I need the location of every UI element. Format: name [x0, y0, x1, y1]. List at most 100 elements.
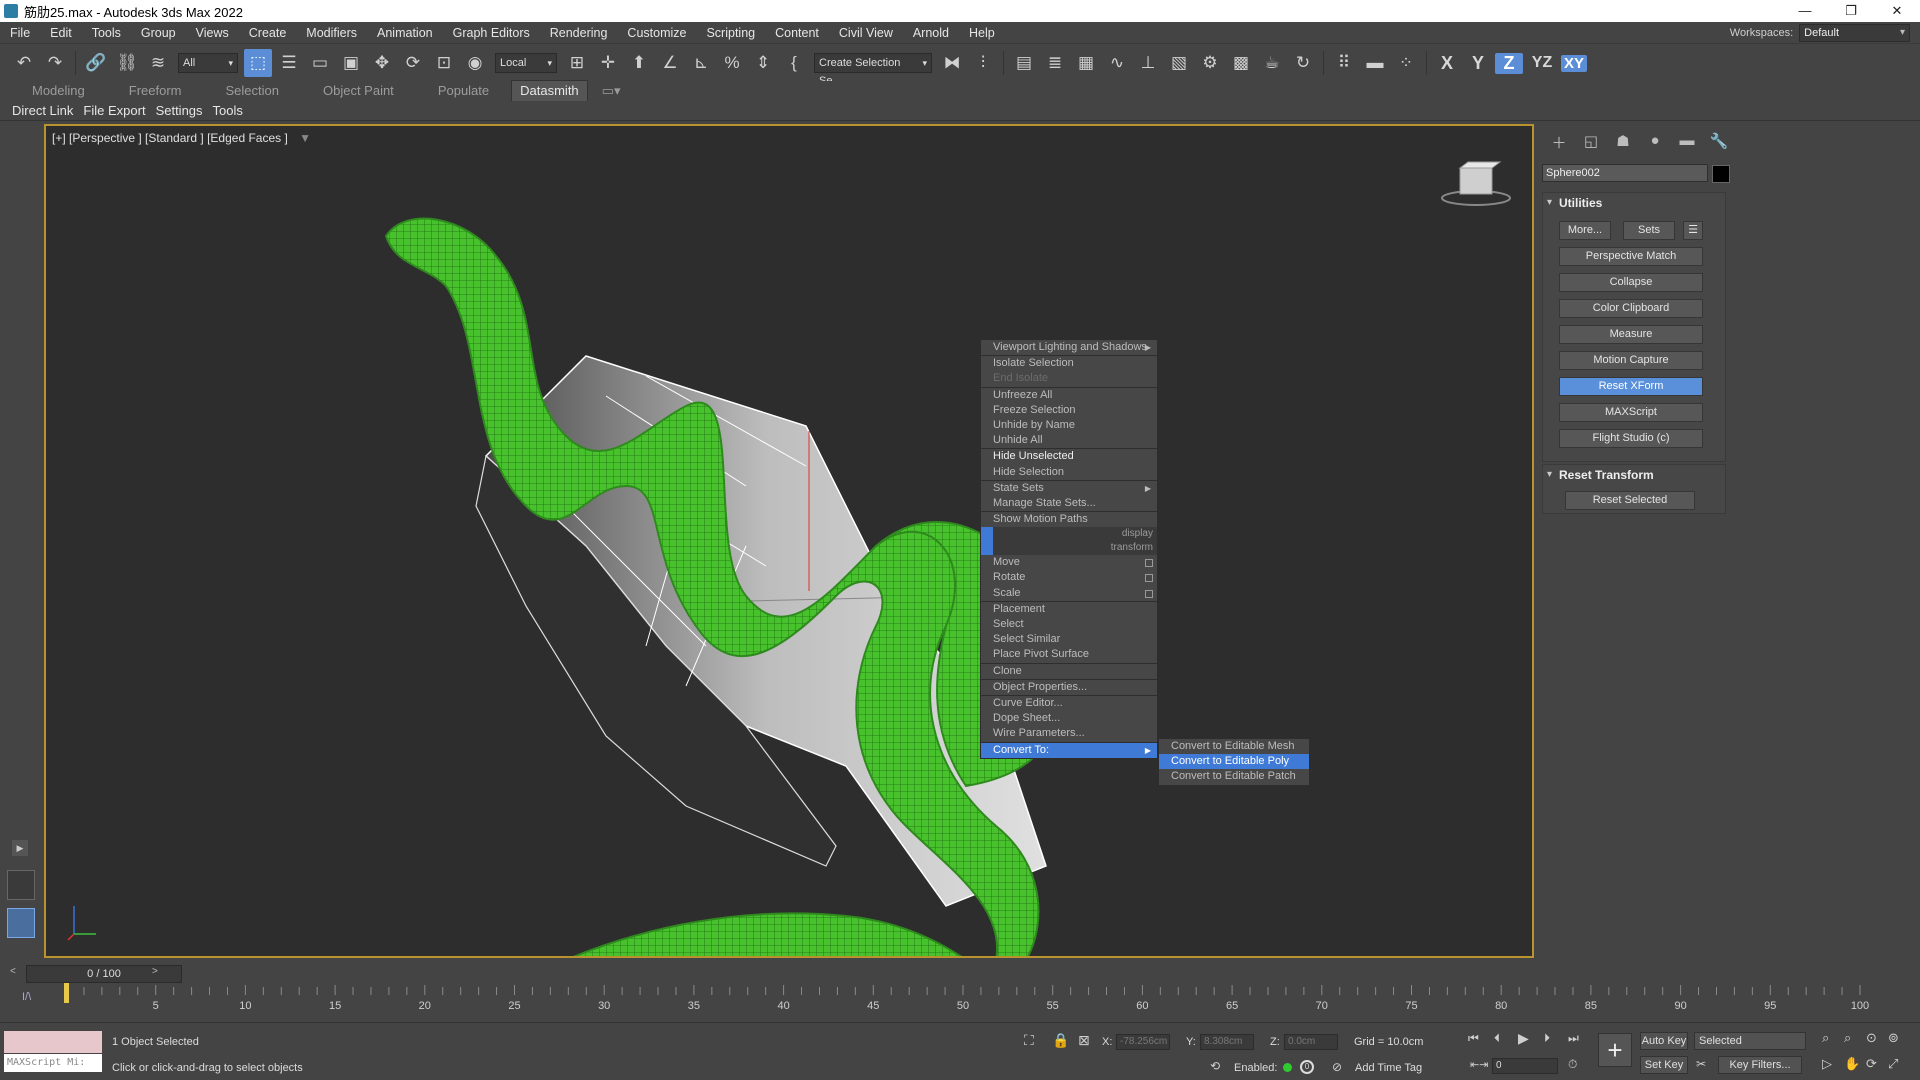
- move-icon[interactable]: ✥: [368, 49, 396, 77]
- previous-key-icon[interactable]: ⏴: [1494, 1031, 1500, 1046]
- tab-modeling[interactable]: Modeling: [10, 81, 107, 101]
- unlink-icon[interactable]: ⛓: [113, 49, 141, 77]
- schematic-view-icon[interactable]: ⊥: [1134, 49, 1162, 77]
- menu-content[interactable]: Content: [765, 22, 829, 44]
- select-manipulate-icon[interactable]: ✛: [594, 49, 622, 77]
- render-icon[interactable]: ☕: [1258, 49, 1286, 77]
- axis-yz-button[interactable]: YZ: [1526, 54, 1558, 72]
- reset-transform-title[interactable]: Reset Transform: [1543, 465, 1725, 485]
- menu-item-isolate-selection[interactable]: Isolate Selection: [981, 356, 1157, 371]
- menu-item-curve-editor[interactable]: Curve Editor...: [981, 696, 1157, 711]
- play-icon[interactable]: ▶: [1518, 1030, 1529, 1047]
- reset-xform-button[interactable]: Reset XForm: [1559, 377, 1703, 396]
- motion-capture-button[interactable]: Motion Capture: [1559, 351, 1703, 370]
- menu-item-convert-to-editable-poly[interactable]: Convert to Editable Poly: [1159, 754, 1309, 770]
- file-export-button[interactable]: File Export: [83, 103, 145, 118]
- maximize-viewport-icon[interactable]: ⤢: [1888, 1056, 1898, 1072]
- reset-selected-button[interactable]: Reset Selected: [1565, 491, 1695, 510]
- zoom-extents-all-icon[interactable]: ⊚: [1888, 1030, 1899, 1046]
- mirror-icon[interactable]: ⧓: [938, 49, 966, 77]
- maxscript-listener[interactable]: [4, 1031, 102, 1053]
- keyboard-shortcut-icon[interactable]: ⬆: [625, 49, 653, 77]
- flight-studio-c-button[interactable]: Flight Studio (c): [1559, 429, 1703, 448]
- select-by-name-icon[interactable]: ☰: [275, 49, 303, 77]
- menu-item-unhide-by-name[interactable]: Unhide by Name: [981, 418, 1157, 433]
- x-coord-field[interactable]: -78.256cm: [1116, 1034, 1170, 1050]
- object-name-field[interactable]: Sphere002: [1542, 164, 1708, 182]
- options-box-icon[interactable]: [1145, 589, 1153, 598]
- layer-explorer-icon[interactable]: ▤: [1010, 49, 1038, 77]
- menu-item-freeze-selection[interactable]: Freeze Selection: [981, 403, 1157, 418]
- menu-file[interactable]: File: [0, 22, 40, 44]
- zoom-icon[interactable]: ⌕: [1822, 1030, 1829, 1046]
- axis-z-button[interactable]: Z: [1495, 52, 1523, 74]
- percent-snap-icon[interactable]: %: [718, 49, 746, 77]
- maxscript-input[interactable]: MAXScript Mi:: [4, 1054, 102, 1072]
- key-mode-icon[interactable]: ⇤⇥: [1470, 1058, 1488, 1071]
- viewport-layout-icon[interactable]: [7, 870, 35, 900]
- workspace-dropdown[interactable]: Default: [1799, 24, 1910, 42]
- menu-item-placement[interactable]: Placement: [981, 602, 1157, 617]
- z-coord-field[interactable]: 0.0cm: [1284, 1034, 1338, 1050]
- time-tag-icon[interactable]: 0: [1300, 1060, 1314, 1074]
- orbit-icon[interactable]: ⟳: [1866, 1056, 1877, 1072]
- menu-scripting[interactable]: Scripting: [696, 22, 765, 44]
- minimize-button[interactable]: —: [1782, 0, 1828, 22]
- menu-item-move[interactable]: Move: [981, 555, 1157, 570]
- next-key-icon[interactable]: ⏵: [1544, 1031, 1550, 1046]
- add-time-tag-icon[interactable]: ⊘: [1332, 1060, 1342, 1074]
- configure-sets-icon[interactable]: ☰: [1683, 221, 1703, 240]
- redo-icon[interactable]: ↷: [41, 49, 69, 77]
- align-icon[interactable]: ⫶: [969, 49, 997, 77]
- menu-item-unhide-all[interactable]: Unhide All: [981, 433, 1157, 448]
- render-iterative-icon[interactable]: ↻: [1289, 49, 1317, 77]
- bind-space-warp-icon[interactable]: ≋: [144, 49, 172, 77]
- menu-item-hide-selection[interactable]: Hide Selection: [981, 465, 1157, 480]
- select-object-icon[interactable]: ⬚: [244, 49, 272, 77]
- menu-customize[interactable]: Customize: [617, 22, 696, 44]
- scale-icon[interactable]: ⊡: [430, 49, 458, 77]
- snap-grid-icon[interactable]: ⁘: [1392, 49, 1420, 77]
- grid-icon[interactable]: ⠿: [1330, 49, 1358, 77]
- viewport-layout-active-icon[interactable]: [7, 908, 35, 938]
- time-config-icon[interactable]: ⏱: [1568, 1057, 1577, 1072]
- prev-frame-icon[interactable]: <: [10, 966, 16, 977]
- settings-button[interactable]: Settings: [156, 103, 203, 118]
- key-filter-icon[interactable]: ✂: [1696, 1057, 1706, 1071]
- track-bar[interactable]: I/\ 5 10 15 20 25 30 35 40 45 50 55 60 65 70 75 80 85 90 9…: [0, 983, 1920, 1019]
- menu-item-wire-parameters[interactable]: Wire Parameters...: [981, 726, 1157, 741]
- options-box-icon[interactable]: [1145, 559, 1153, 568]
- scene-explorer-icon[interactable]: ▦: [1072, 49, 1100, 77]
- menu-item-rotate[interactable]: Rotate: [981, 570, 1157, 585]
- pivot-center-icon[interactable]: ⊞: [563, 49, 591, 77]
- axis-y-button[interactable]: Y: [1464, 53, 1492, 74]
- place-icon[interactable]: ◉: [461, 49, 489, 77]
- rendered-frame-icon[interactable]: ▩: [1227, 49, 1255, 77]
- add-time-tag-label[interactable]: Add Time Tag: [1355, 1062, 1422, 1074]
- ruler-icon[interactable]: ▬: [1361, 49, 1389, 77]
- next-frame-icon[interactable]: >: [152, 966, 158, 977]
- menu-item-hide-unselected[interactable]: Hide Unselected: [981, 449, 1157, 464]
- menu-item-select[interactable]: Select: [981, 617, 1157, 632]
- utilities-title[interactable]: Utilities: [1543, 193, 1725, 213]
- set-key-button[interactable]: Set Key: [1640, 1056, 1688, 1074]
- snaps-toggle-icon[interactable]: ∠: [656, 49, 684, 77]
- tab-object-paint[interactable]: Object Paint: [301, 81, 416, 101]
- reference-coord-dropdown[interactable]: Local: [495, 53, 557, 73]
- menu-item-scale[interactable]: Scale: [981, 586, 1157, 601]
- spinner-snap-icon[interactable]: ⇕: [749, 49, 777, 77]
- object-color-swatch[interactable]: [1712, 165, 1730, 183]
- rotate-icon[interactable]: ⟳: [399, 49, 427, 77]
- menu-item-show-motion-paths[interactable]: Show Motion Paths: [981, 512, 1157, 527]
- color-clipboard-button[interactable]: Color Clipboard: [1559, 299, 1703, 318]
- tab-freeform[interactable]: Freeform: [107, 81, 204, 101]
- set-key-icon[interactable]: +: [1598, 1033, 1632, 1067]
- toggle-ribbon-icon[interactable]: ≣: [1041, 49, 1069, 77]
- adaptive-degradation-icon[interactable]: ⟲: [1210, 1059, 1220, 1073]
- menu-item-clone[interactable]: Clone: [981, 664, 1157, 679]
- collapse-button[interactable]: Collapse: [1559, 273, 1703, 292]
- menu-rendering[interactable]: Rendering: [540, 22, 618, 44]
- menu-item-convert-to[interactable]: Convert To: ▶: [981, 742, 1157, 758]
- key-filters-button[interactable]: Key Filters...: [1718, 1056, 1802, 1074]
- mini-curve-editor-icon[interactable]: I/\: [22, 991, 31, 1003]
